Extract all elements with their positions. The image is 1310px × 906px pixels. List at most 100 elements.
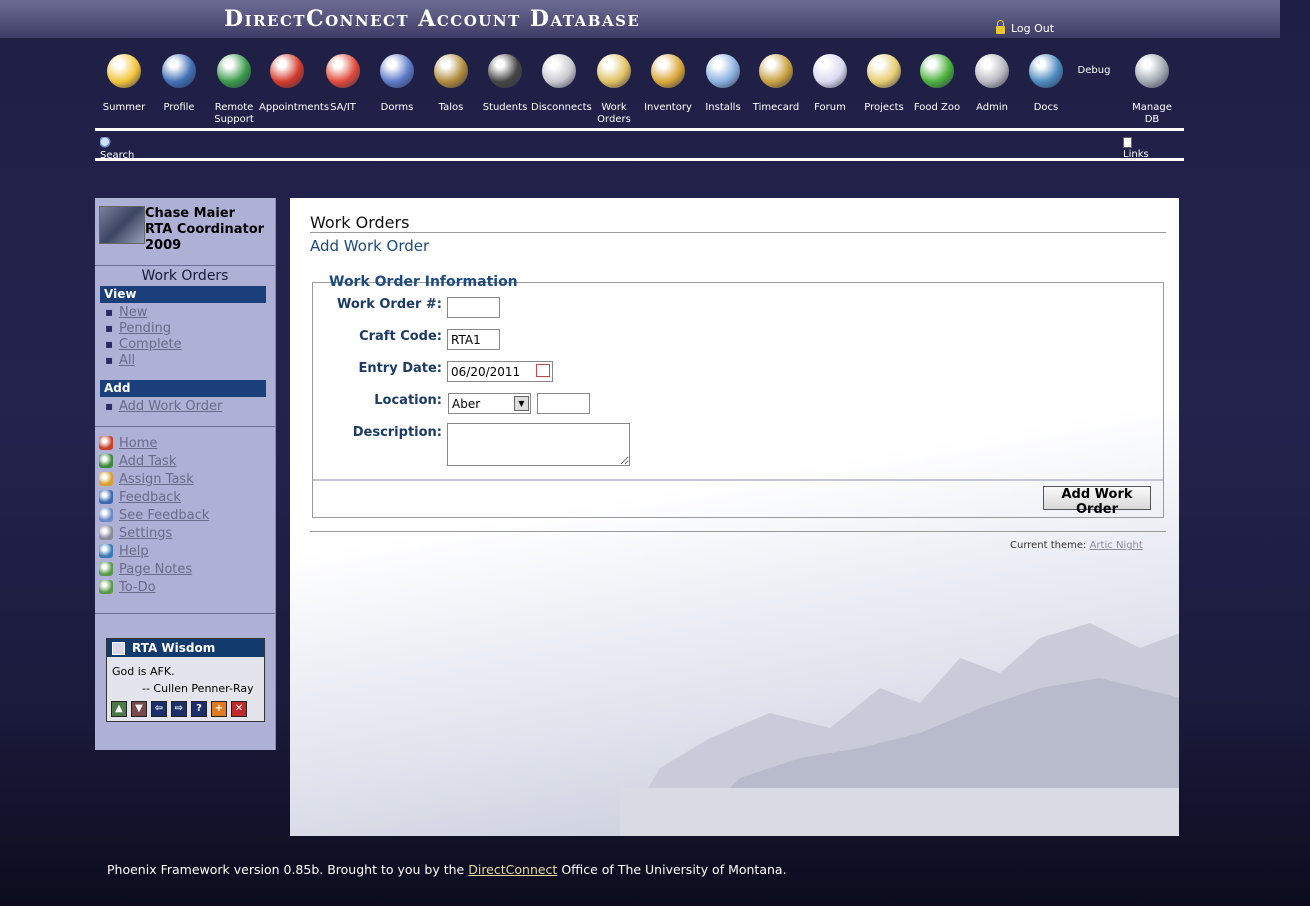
- bullet-icon: ▪: [105, 353, 114, 367]
- sidebar-tool-item[interactable]: Page Notes: [99, 561, 192, 577]
- nav-item[interactable]: Food Zoo: [909, 54, 965, 114]
- bullet-icon: ▪: [105, 321, 114, 335]
- previous-arrow-icon[interactable]: ⇦: [151, 701, 167, 717]
- nav-item[interactable]: Projects: [856, 54, 912, 114]
- speech-bubble-icon: [813, 54, 847, 88]
- lock-icon: [996, 19, 1005, 34]
- sidebar-rule: [95, 426, 275, 427]
- nav-item[interactable]: Timecard: [748, 54, 804, 114]
- fieldset-legend: Work Order Information: [329, 274, 518, 290]
- sidebar-tool-label[interactable]: Settings: [119, 526, 172, 541]
- craft-code-input[interactable]: [447, 329, 500, 350]
- logout-link[interactable]: Log Out: [996, 19, 1054, 35]
- sidebar-tool-item[interactable]: To-Do: [99, 579, 156, 595]
- work-order-number-input[interactable]: [447, 297, 500, 318]
- nav-item[interactable]: Appointments: [259, 54, 329, 114]
- sidebar-tool-label[interactable]: Assign Task: [119, 472, 194, 487]
- nav-item-label: Talos: [438, 102, 464, 113]
- description-label: Description:: [352, 425, 442, 440]
- sidebar-link[interactable]: Complete: [119, 337, 182, 352]
- chevron-down-icon[interactable]: ▼: [514, 396, 529, 411]
- sidebar-tool-item[interactable]: Home: [99, 435, 157, 451]
- theme-link[interactable]: Artic Night: [1090, 540, 1143, 551]
- wisdom-title: RTA Wisdom: [132, 641, 216, 655]
- nav-item[interactable]: Installs: [695, 54, 751, 114]
- nav-item-label: Disconnects: [531, 102, 592, 113]
- sidebar-link[interactable]: Add Work Order: [119, 399, 222, 414]
- book-icon: [112, 641, 125, 655]
- description-textarea[interactable]: [447, 423, 630, 466]
- bullet-icon: ▪: [105, 399, 114, 413]
- delete-icon[interactable]: ✕: [231, 701, 247, 717]
- globe-help-icon: [217, 54, 251, 88]
- sidebar-tool-item[interactable]: See Feedback: [99, 507, 209, 523]
- page-title: Work Orders: [310, 213, 410, 232]
- user-year: 2009: [145, 238, 182, 253]
- assign-icon: [99, 472, 113, 486]
- avatar: [99, 206, 145, 244]
- sidebar-tool-label[interactable]: Home: [119, 436, 157, 451]
- nav-item[interactable]: Disconnects: [531, 54, 592, 114]
- location-room-input[interactable]: [537, 393, 590, 414]
- nav-item[interactable]: Work Orders: [586, 54, 642, 126]
- add-work-order-button[interactable]: Add Work Order: [1043, 486, 1151, 517]
- help-icon[interactable]: ?: [191, 701, 207, 717]
- thumbs-up-icon[interactable]: ▲: [111, 701, 127, 717]
- nav-item-label: Timecard: [752, 102, 800, 113]
- nav-item[interactable]: Students: [477, 54, 533, 114]
- footer-text: Phoenix Framework version 0.85b. Brought…: [107, 862, 465, 877]
- sidebar-tool-item[interactable]: Help: [99, 543, 149, 559]
- footer-directconnect-link[interactable]: DirectConnect: [468, 862, 557, 877]
- content-panel: Work Orders Add Work Order Work Order In…: [290, 198, 1179, 836]
- sidebar-section-title: Work Orders: [141, 268, 229, 284]
- craft-code-label: Craft Code:: [359, 329, 442, 344]
- entry-date-label: Entry Date:: [358, 361, 442, 376]
- sidebar-link[interactable]: New: [119, 305, 147, 320]
- nav-item[interactable]: Admin: [964, 54, 1020, 114]
- add-icon[interactable]: +: [211, 701, 227, 717]
- sidebar-tool-item[interactable]: Add Task: [99, 453, 176, 469]
- calendar-icon[interactable]: [536, 364, 550, 377]
- nav-item[interactable]: Manage DB: [1124, 54, 1180, 126]
- nav-item[interactable]: Remote Support: [206, 54, 262, 126]
- sidebar-tool-item[interactable]: Feedback: [99, 489, 181, 505]
- nav-item[interactable]: Dorms: [369, 54, 425, 114]
- magnifier-icon: [99, 508, 113, 522]
- location-label: Location:: [374, 393, 442, 408]
- wisdom-quote-block: God is AFK. -- Cullen Penner-Ray: [107, 657, 264, 697]
- sidebar-tool-item[interactable]: Settings: [99, 525, 172, 541]
- footer: Phoenix Framework version 0.85b. Brought…: [107, 862, 787, 877]
- nav-item[interactable]: Debug: [1066, 65, 1122, 77]
- helmet-icon: [434, 54, 468, 88]
- sidebar-link[interactable]: All: [119, 353, 135, 368]
- next-arrow-icon[interactable]: ⇨: [171, 701, 187, 717]
- nav-item[interactable]: SA/IT: [315, 54, 371, 114]
- sidebar-tool-label[interactable]: Feedback: [119, 490, 181, 505]
- sidebar-add-header: Add: [100, 380, 266, 397]
- money-bag-icon: [759, 54, 793, 88]
- nav-item-label: Debug: [1077, 65, 1111, 76]
- nav-item[interactable]: Summer: [96, 54, 152, 114]
- checkbox-icon: [99, 454, 113, 468]
- todo-icon: [99, 580, 113, 594]
- nav-item[interactable]: Forum: [802, 54, 858, 114]
- nav-item[interactable]: Inventory: [640, 54, 696, 114]
- nav-item[interactable]: Profile: [151, 54, 207, 114]
- search-link[interactable]: Search: [100, 137, 134, 159]
- sidebar-tool-label[interactable]: Add Task: [119, 454, 176, 469]
- nav-item-label: Dorms: [380, 102, 414, 113]
- sidebar-tool-label[interactable]: See Feedback: [119, 508, 209, 523]
- nav-item-label: Installs: [705, 102, 741, 113]
- nav-item-label: Food Zoo: [913, 102, 961, 113]
- thumbs-down-icon[interactable]: ▼: [131, 701, 147, 717]
- sidebar-link[interactable]: Pending: [119, 321, 171, 336]
- sidebar-tool-label[interactable]: To-Do: [119, 580, 156, 595]
- nav-item[interactable]: Docs: [1018, 54, 1074, 114]
- nav-item[interactable]: Talos: [423, 54, 479, 114]
- sidebar-tool-label[interactable]: Help: [119, 544, 149, 559]
- disconnect-icon: [542, 54, 576, 88]
- sidebar-tool-label[interactable]: Page Notes: [119, 562, 192, 577]
- links-link[interactable]: Links: [1123, 137, 1149, 159]
- sidebar-tool-item[interactable]: Assign Task: [99, 471, 194, 487]
- nav-item-label: Docs: [1033, 102, 1059, 113]
